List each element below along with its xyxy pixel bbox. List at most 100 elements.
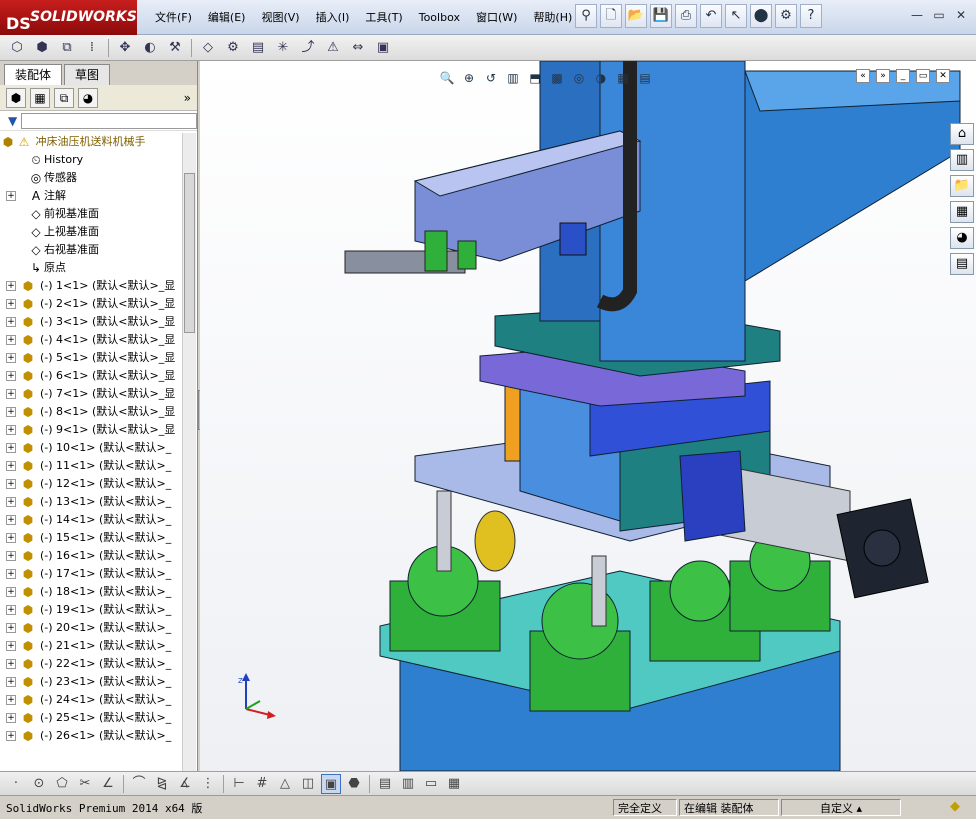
expand-toggle-icon[interactable]: +: [6, 461, 16, 471]
edit-appearance-icon[interactable]: ◑: [592, 69, 610, 87]
tree-component-item[interactable]: + ⬢ (-) 10<1> (默认<默认>_: [0, 439, 182, 457]
apply-scene-icon[interactable]: ▦: [614, 69, 632, 87]
tree-component-item[interactable]: + ⬢ (-) 19<1> (默认<默认>_: [0, 601, 182, 619]
tree-component-item[interactable]: + ⬢ (-) 18<1> (默认<默认>_: [0, 583, 182, 601]
triangle-icon[interactable]: △: [275, 774, 295, 794]
trim-icon[interactable]: ✂: [75, 774, 95, 794]
tree-node[interactable]: ◇ 右视基准面: [0, 241, 182, 259]
assembly-features-icon[interactable]: ⚒: [164, 38, 186, 58]
angle-icon[interactable]: ∡: [175, 774, 195, 794]
filter-input[interactable]: [21, 112, 197, 129]
expand-toggle-icon[interactable]: +: [6, 605, 16, 615]
viewport-close-icon[interactable]: ✕: [936, 69, 950, 83]
menu-help[interactable]: 帮助(H): [525, 0, 580, 35]
options-icon[interactable]: ⚙: [775, 4, 797, 28]
expand-toggle-icon[interactable]: [6, 227, 16, 237]
explode-line-sketch-icon[interactable]: ⤴: [297, 38, 319, 58]
graphics-viewport[interactable]: 🔍 ⊕ ↺ ▥ ⬒ ▩ ◎ ◑ ▦ ▤ « » _ ▭ ✕ ⌂ ▥ 📁 ▦ ◕ …: [200, 61, 976, 771]
expand-panel-icon[interactable]: »: [184, 91, 191, 105]
offset-icon[interactable]: ⌒: [129, 774, 149, 794]
select-icon[interactable]: ↖: [725, 4, 747, 28]
tree-component-item[interactable]: + ⬢ (-) 22<1> (默认<默认>_: [0, 655, 182, 673]
solidworks-resources-icon[interactable]: ⌂: [950, 123, 974, 145]
circle-icon[interactable]: ⊙: [29, 774, 49, 794]
expand-toggle-icon[interactable]: +: [6, 533, 16, 543]
move-component-icon[interactable]: ✥: [114, 38, 136, 58]
tree-component-item[interactable]: + ⬢ (-) 14<1> (默认<默认>_: [0, 511, 182, 529]
tree-component-item[interactable]: + ⬢ (-) 23<1> (默认<默认>_: [0, 673, 182, 691]
zoom-to-area-icon[interactable]: ⊕: [460, 69, 478, 87]
expand-toggle-icon[interactable]: +: [6, 587, 16, 597]
shaded-icon[interactable]: ⬣: [344, 774, 364, 794]
custom-properties-icon[interactable]: ▤: [950, 253, 974, 275]
expand-toggle-icon[interactable]: +: [6, 299, 16, 309]
feature-manager-icon[interactable]: ⬢: [6, 87, 26, 108]
tree-component-item[interactable]: + ⬢ (-) 4<1> (默认<默认>_显: [0, 331, 182, 349]
tree-component-item[interactable]: + ⬢ (-) 8<1> (默认<默认>_显: [0, 403, 182, 421]
exploded-view-icon[interactable]: ✳: [272, 38, 294, 58]
tree-component-item[interactable]: + ⬢ (-) 7<1> (默认<默认>_显: [0, 385, 182, 403]
open-icon[interactable]: 📂: [625, 4, 647, 28]
display-pane-icon[interactable]: ▥: [398, 774, 418, 794]
save-icon[interactable]: 💾: [650, 4, 672, 28]
tree-node[interactable]: ↳ 原点: [0, 259, 182, 277]
hide-show-items-icon[interactable]: ◎: [570, 69, 588, 87]
file-explorer-icon[interactable]: 📁: [950, 175, 974, 197]
viewport-minimize-icon[interactable]: _: [896, 69, 910, 83]
menu-insert[interactable]: 插入(I): [308, 0, 358, 35]
menu-edit[interactable]: 编辑(E): [200, 0, 254, 35]
menu-window[interactable]: 窗口(W): [468, 0, 525, 35]
expand-toggle-icon[interactable]: +: [6, 677, 16, 687]
restore-icon[interactable]: ▭: [930, 6, 948, 24]
zoom-to-fit-icon[interactable]: 🔍: [438, 69, 456, 87]
expand-toggle-icon[interactable]: +: [6, 335, 16, 345]
tab-sketch[interactable]: 草图: [64, 64, 111, 85]
previous-view-icon[interactable]: ↺: [482, 69, 500, 87]
rebuild-icon[interactable]: ⬤: [750, 4, 772, 28]
tree-component-item[interactable]: + ⬢ (-) 3<1> (默认<默认>_显: [0, 313, 182, 331]
expand-toggle-icon[interactable]: +: [6, 353, 16, 363]
expand-toggle-icon[interactable]: +: [6, 641, 16, 651]
configuration-manager-icon[interactable]: ⧉: [54, 87, 74, 108]
expand-toggle-icon[interactable]: [6, 155, 16, 165]
expand-toggle-icon[interactable]: [6, 209, 16, 219]
new-motion-study-icon[interactable]: ⚙: [222, 38, 244, 58]
menu-tools[interactable]: 工具(T): [357, 0, 410, 35]
expand-toggle-icon[interactable]: +: [6, 443, 16, 453]
view-previous-icon[interactable]: «: [856, 69, 870, 83]
component-pattern-icon[interactable]: ⁞: [81, 38, 103, 58]
tree-component-item[interactable]: + ⬢ (-) 20<1> (默认<默认>_: [0, 619, 182, 637]
design-library-icon[interactable]: ▥: [950, 149, 974, 171]
expand-toggle-icon[interactable]: +: [6, 497, 16, 507]
tree-component-item[interactable]: + ⬢ (-) 21<1> (默认<默认>_: [0, 637, 182, 655]
box-icon[interactable]: ▣: [321, 773, 341, 794]
tree-component-item[interactable]: + ⬢ (-) 5<1> (默认<默认>_显: [0, 349, 182, 367]
tree-root-assembly[interactable]: ⬢ ⚠ 冲床油压机送料机械手: [0, 133, 182, 151]
expand-toggle-icon[interactable]: +: [6, 281, 16, 291]
tree-component-item[interactable]: + ⬢ (-) 15<1> (默认<默认>_: [0, 529, 182, 547]
expand-toggle-icon[interactable]: +: [6, 551, 16, 561]
expand-toggle-icon[interactable]: +: [6, 515, 16, 525]
point-icon[interactable]: ·: [6, 774, 26, 794]
cube-icon[interactable]: ◫: [298, 774, 318, 794]
tree-component-item[interactable]: + ⬢ (-) 2<1> (默认<默认>_显: [0, 295, 182, 313]
expand-toggle-icon[interactable]: +: [6, 371, 16, 381]
mate-icon[interactable]: ⧉: [56, 38, 78, 58]
expand-toggle-icon[interactable]: +: [6, 713, 16, 723]
tree-node[interactable]: ◇ 前视基准面: [0, 205, 182, 223]
expand-toggle-icon[interactable]: +: [6, 191, 16, 201]
insert-component-icon[interactable]: ⬢: [31, 38, 53, 58]
tree-component-item[interactable]: + ⬢ (-) 13<1> (默认<默认>_: [0, 493, 182, 511]
tab-assembly[interactable]: 装配体: [4, 64, 63, 85]
tree-component-item[interactable]: + ⬢ (-) 12<1> (默认<默认>_: [0, 475, 182, 493]
table-icon[interactable]: ▦: [444, 774, 464, 794]
expand-toggle-icon[interactable]: [6, 245, 16, 255]
tree-component-item[interactable]: + ⬢ (-) 9<1> (默认<默认>_显: [0, 421, 182, 439]
minimize-icon[interactable]: —: [908, 6, 926, 24]
section-view-icon[interactable]: ▥: [504, 69, 522, 87]
close-icon[interactable]: ✕: [952, 6, 970, 24]
dimension-icon[interactable]: ⊢: [229, 774, 249, 794]
expand-toggle-icon[interactable]: +: [6, 317, 16, 327]
mirror-icon[interactable]: ⧎: [152, 774, 172, 794]
print-icon[interactable]: ⎙: [675, 4, 697, 28]
